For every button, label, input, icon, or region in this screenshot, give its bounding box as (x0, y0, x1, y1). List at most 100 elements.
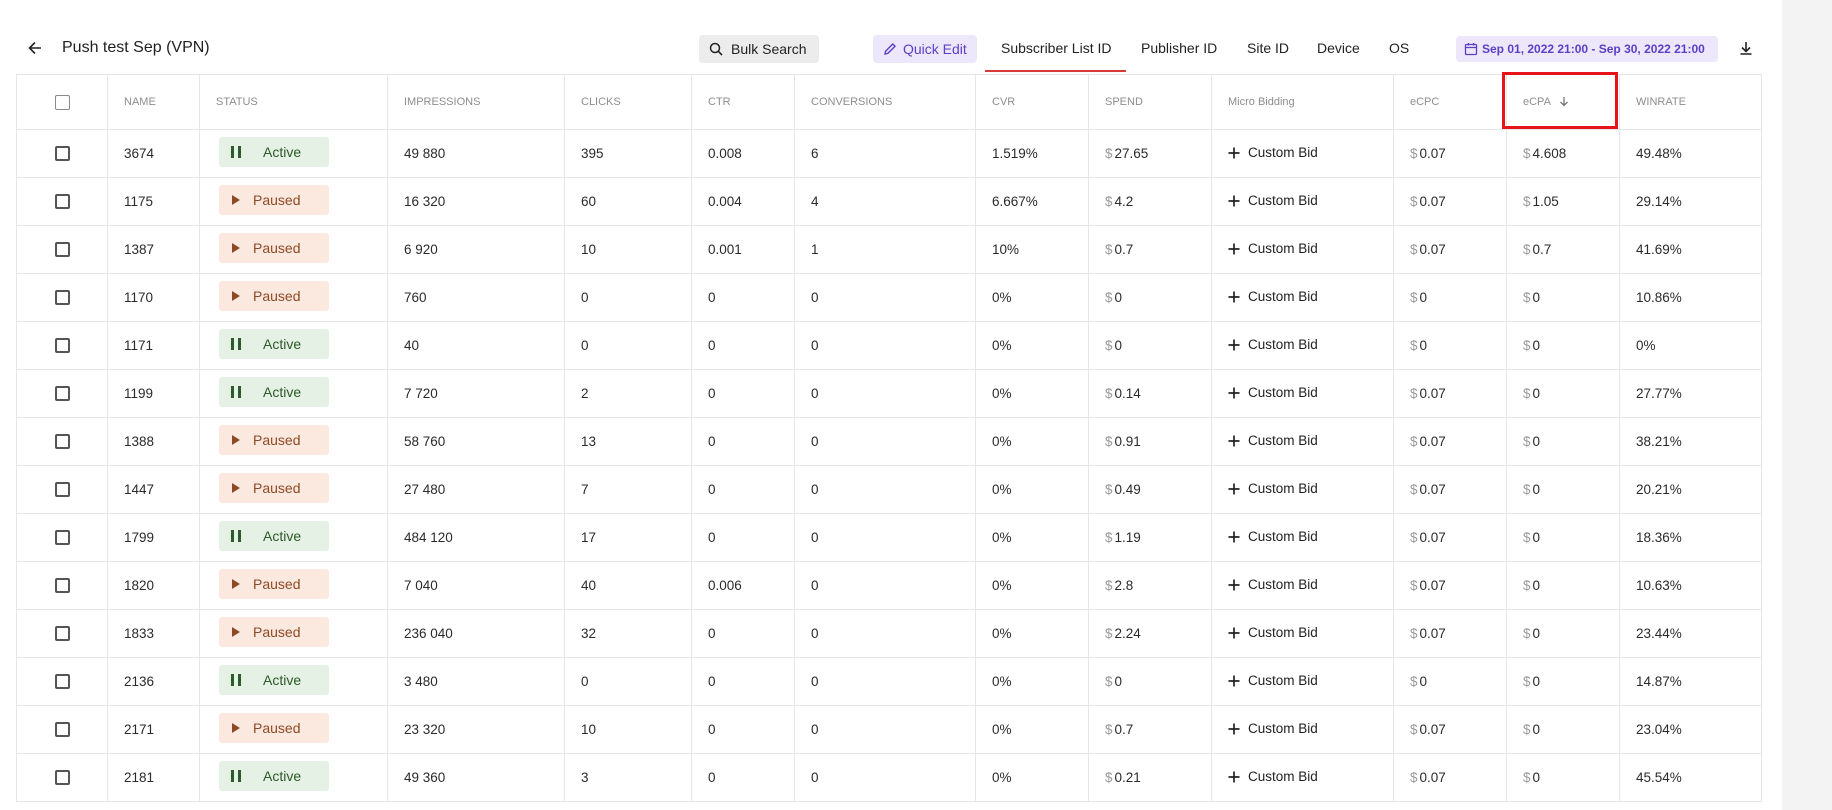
status-toggle[interactable]: Paused (219, 185, 329, 215)
custom-bid-button[interactable]: Custom Bid (1228, 529, 1318, 544)
currency-symbol: $ (1523, 770, 1531, 785)
row-status-cell: Paused (199, 561, 388, 610)
plus-icon (1228, 483, 1240, 495)
column-header-clicks[interactable]: CLICKS (564, 74, 692, 130)
status-toggle[interactable]: Paused (219, 617, 329, 647)
status-label: Paused (253, 432, 301, 448)
row-ecpc: $0.07 (1393, 177, 1507, 226)
tab-publisher-id[interactable]: Publisher ID (1141, 40, 1217, 56)
row-checkbox[interactable] (54, 434, 70, 450)
quick-edit-button[interactable]: Quick Edit (873, 35, 977, 63)
table-row[interactable]: 1170 Paused 760 0 0 0 0% $0 Custom Bid $… (16, 273, 1762, 322)
table-row[interactable]: 2171 Paused 23 320 10 0 0 0% $0.7 Custom… (16, 705, 1762, 754)
status-toggle[interactable]: Active (219, 521, 329, 551)
row-checkbox[interactable] (54, 290, 70, 306)
date-range-picker[interactable]: Sep 01, 2022 21:00 - Sep 30, 2022 21:00 (1456, 36, 1718, 62)
table-row[interactable]: 1199 Active 7 720 2 0 0 0% $0.14 Custom … (16, 369, 1762, 418)
currency-symbol: $ (1523, 482, 1531, 497)
column-header-micro-bidding[interactable]: Micro Bidding (1211, 74, 1394, 130)
tab-subscriber-list-id[interactable]: Subscriber List ID (1001, 40, 1111, 56)
status-toggle[interactable]: Paused (219, 569, 329, 599)
row-checkbox[interactable] (54, 146, 70, 162)
row-checkbox[interactable] (54, 770, 70, 786)
custom-bid-button[interactable]: Custom Bid (1228, 721, 1318, 736)
table-row[interactable]: 1387 Paused 6 920 10 0.001 1 10% $0.7 Cu… (16, 225, 1762, 274)
row-checkbox[interactable] (54, 194, 70, 210)
column-header-ecpa[interactable]: eCPA (1506, 74, 1620, 130)
table-row[interactable]: 1171 Active 40 0 0 0 0% $0 Custom Bid $0… (16, 321, 1762, 370)
custom-bid-button[interactable]: Custom Bid (1228, 481, 1318, 496)
custom-bid-button[interactable]: Custom Bid (1228, 385, 1318, 400)
download-button[interactable] (1736, 38, 1756, 58)
table-row[interactable]: 3674 Active 49 880 395 0.008 6 1.519% $2… (16, 129, 1762, 178)
status-toggle[interactable]: Paused (219, 713, 329, 743)
custom-bid-button[interactable]: Custom Bid (1228, 145, 1318, 160)
status-toggle[interactable]: Active (219, 137, 329, 167)
column-header-conversions[interactable]: CONVERSIONS (794, 74, 976, 130)
status-toggle[interactable]: Active (219, 329, 329, 359)
row-checkbox[interactable] (54, 482, 70, 498)
column-header-cvr[interactable]: CVR (975, 74, 1089, 130)
status-toggle[interactable]: Paused (219, 425, 329, 455)
table-row[interactable]: 1388 Paused 58 760 13 0 0 0% $0.91 Custo… (16, 417, 1762, 466)
status-toggle[interactable]: Active (219, 377, 329, 407)
column-header-spend[interactable]: SPEND (1088, 74, 1212, 130)
custom-bid-label: Custom Bid (1248, 193, 1318, 209)
pause-icon (231, 674, 241, 686)
row-checkbox[interactable] (54, 338, 70, 354)
select-all-checkbox[interactable] (54, 94, 70, 110)
bulk-search-button[interactable]: Bulk Search (699, 35, 819, 63)
tab-site-id[interactable]: Site ID (1247, 40, 1289, 56)
row-checkbox[interactable] (54, 242, 70, 258)
data-table: NAME STATUS IMPRESSIONS CLICKS CTR CONVE… (16, 74, 1762, 802)
custom-bid-label: Custom Bid (1248, 481, 1318, 497)
custom-bid-button[interactable]: Custom Bid (1228, 769, 1318, 784)
row-spend: $4.2 (1088, 177, 1212, 226)
row-checkbox[interactable] (54, 386, 70, 402)
row-checkbox[interactable] (54, 722, 70, 738)
row-conversions: 0 (794, 369, 976, 418)
status-toggle[interactable]: Active (219, 761, 329, 791)
row-spend: $1.19 (1088, 513, 1212, 562)
row-checkbox[interactable] (54, 674, 70, 690)
tab-device[interactable]: Device (1317, 40, 1360, 56)
back-button[interactable] (25, 38, 45, 58)
custom-bid-button[interactable]: Custom Bid (1228, 337, 1318, 352)
table-row[interactable]: 2181 Active 49 360 3 0 0 0% $0.21 Custom… (16, 753, 1762, 802)
column-header-name[interactable]: NAME (107, 74, 200, 130)
row-micro-bidding: Custom Bid (1211, 705, 1394, 754)
table-row[interactable]: 1447 Paused 27 480 7 0 0 0% $0.49 Custom… (16, 465, 1762, 514)
custom-bid-button[interactable]: Custom Bid (1228, 241, 1318, 256)
table-row[interactable]: 1833 Paused 236 040 32 0 0 0% $2.24 Cust… (16, 609, 1762, 658)
status-toggle[interactable]: Paused (219, 281, 329, 311)
table-row[interactable]: 1175 Paused 16 320 60 0.004 4 6.667% $4.… (16, 177, 1762, 226)
currency-symbol: $ (1105, 770, 1113, 785)
spend-value: 2.24 (1114, 626, 1141, 641)
column-header-impressions[interactable]: IMPRESSIONS (387, 74, 565, 130)
row-winrate: 45.54% (1619, 753, 1762, 802)
status-toggle[interactable]: Paused (219, 473, 329, 503)
column-header-ctr[interactable]: CTR (691, 74, 795, 130)
spend-value: 0.91 (1114, 434, 1141, 449)
row-checkbox[interactable] (54, 530, 70, 546)
table-row[interactable]: 1799 Active 484 120 17 0 0 0% $1.19 Cust… (16, 513, 1762, 562)
custom-bid-button[interactable]: Custom Bid (1228, 433, 1318, 448)
row-status-cell: Paused (199, 705, 388, 754)
column-header-status[interactable]: STATUS (199, 74, 388, 130)
custom-bid-button[interactable]: Custom Bid (1228, 193, 1318, 208)
table-row[interactable]: 1820 Paused 7 040 40 0.006 0 0% $2.8 Cus… (16, 561, 1762, 610)
row-status-cell: Paused (199, 465, 388, 514)
row-select-cell (16, 177, 108, 226)
custom-bid-button[interactable]: Custom Bid (1228, 625, 1318, 640)
table-row[interactable]: 2136 Active 3 480 0 0 0 0% $0 Custom Bid… (16, 657, 1762, 706)
status-toggle[interactable]: Active (219, 665, 329, 695)
column-header-ecpc[interactable]: eCPC (1393, 74, 1507, 130)
custom-bid-button[interactable]: Custom Bid (1228, 673, 1318, 688)
column-header-winrate[interactable]: WINRATE (1619, 74, 1762, 130)
row-checkbox[interactable] (54, 578, 70, 594)
row-checkbox[interactable] (54, 626, 70, 642)
status-toggle[interactable]: Paused (219, 233, 329, 263)
custom-bid-button[interactable]: Custom Bid (1228, 577, 1318, 592)
tab-os[interactable]: OS (1389, 40, 1409, 56)
custom-bid-button[interactable]: Custom Bid (1228, 289, 1318, 304)
